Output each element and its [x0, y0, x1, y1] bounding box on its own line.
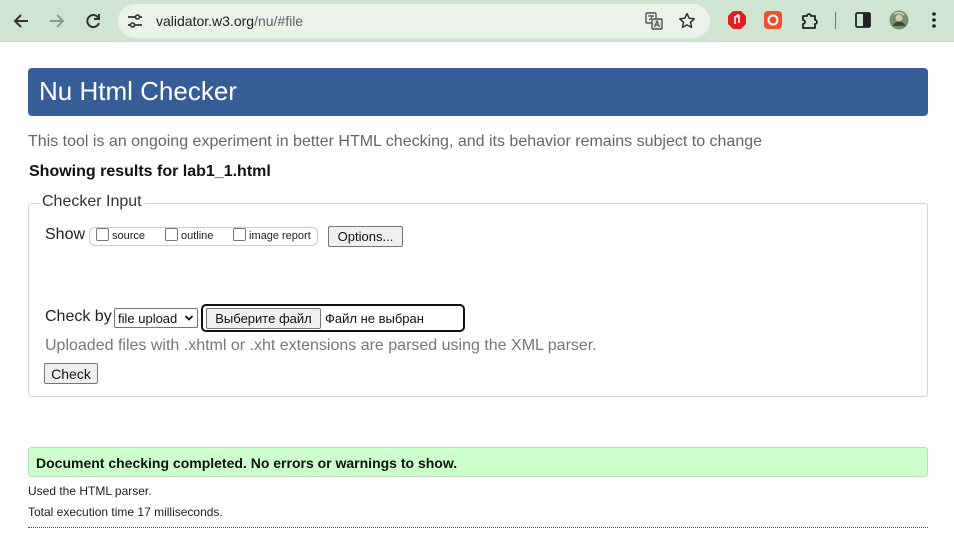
side-panel-icon[interactable] — [853, 10, 873, 30]
translate-icon[interactable] — [645, 12, 663, 30]
show-label: Show — [45, 226, 86, 243]
browser-toolbar: validator.w3.org/nu/#file — [0, 0, 954, 42]
extension-red-icon[interactable] — [727, 10, 747, 30]
parser-note: Used the HTML parser. — [28, 484, 152, 498]
bookmark-star-icon[interactable] — [678, 12, 696, 30]
header-banner: Nu Html Checker — [28, 68, 928, 116]
page-title: Nu Html Checker — [39, 76, 237, 106]
tagline: This tool is an ongoing experiment in be… — [28, 133, 763, 150]
check-by-label: Check by — [45, 308, 112, 325]
success-message-box: Document checking completed. No errors o… — [28, 447, 928, 477]
image-report-checkbox[interactable] — [233, 228, 246, 241]
reload-icon[interactable] — [81, 9, 105, 33]
outline-checkbox[interactable] — [165, 228, 178, 241]
toolbar-divider — [835, 12, 836, 29]
profile-avatar[interactable] — [889, 10, 909, 30]
xml-parser-hint: Uploaded files with .xhtml or .xht exten… — [45, 337, 597, 354]
extension-orange-icon[interactable] — [763, 10, 783, 30]
check-button[interactable]: Check — [44, 363, 98, 384]
options-button[interactable]: Options... — [328, 226, 403, 247]
address-bar[interactable]: validator.w3.org/nu/#file — [118, 4, 710, 38]
check-by-select[interactable]: file upload — [114, 308, 198, 328]
results-heading: Showing results for lab1_1.html — [29, 163, 271, 180]
check-by-selected-value: file upload — [118, 311, 178, 326]
url-path: /nu/#file — [254, 13, 304, 29]
choose-file-button[interactable]: Выберите файл — [206, 308, 321, 329]
back-arrow-icon[interactable] — [9, 9, 33, 33]
url-text[interactable]: validator.w3.org/nu/#file — [156, 13, 303, 29]
checker-input-legend: Checker Input — [39, 193, 145, 211]
execution-time-note: Total execution time 17 milliseconds. — [28, 505, 223, 519]
success-message: Document checking completed. No errors o… — [36, 455, 458, 471]
outline-checkbox-label[interactable]: outline — [181, 230, 213, 242]
chevron-down-icon — [184, 315, 194, 321]
url-host: validator.w3.org — [156, 13, 255, 29]
site-info-icon[interactable] — [126, 12, 144, 30]
kebab-menu-icon[interactable] — [924, 10, 944, 30]
forward-arrow-icon[interactable] — [45, 9, 69, 33]
source-checkbox-label[interactable]: source — [112, 230, 145, 242]
file-status: Файл не выбран — [325, 311, 424, 326]
dotted-divider — [28, 527, 928, 528]
source-checkbox[interactable] — [96, 228, 109, 241]
image-report-checkbox-label[interactable]: image report — [249, 230, 311, 242]
puzzle-extensions-icon[interactable] — [800, 10, 820, 30]
